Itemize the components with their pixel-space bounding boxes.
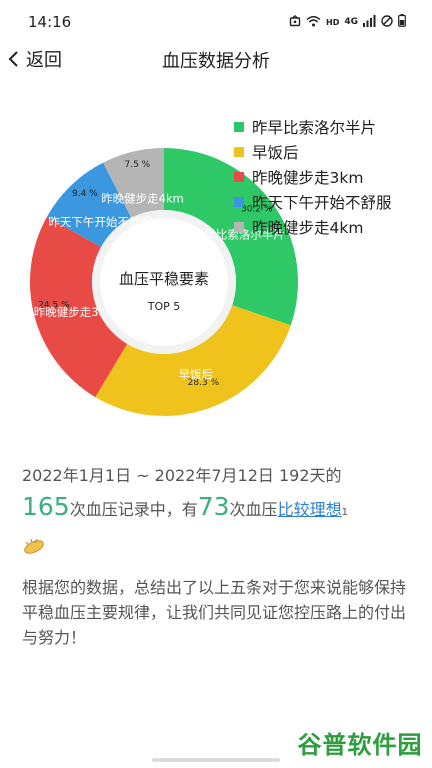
legend-swatch: [234, 121, 244, 132]
summary: 2022年1月1日 ~ 2022年7月12日 192天的 165 次血压记录中，…: [22, 462, 414, 558]
good-count: 73: [197, 492, 230, 521]
status-time: 14:16: [28, 13, 72, 31]
date-range: 2022年1月1日 ~ 2022年7月12日 192天的: [22, 466, 342, 485]
chart-legend: 昨早比索洛尔半片 早饭后昨晚健步走3km 昨天下午开始不舒服 昨晚健步走4km: [234, 114, 392, 239]
slice-name-label: 昨晚健步走4km: [101, 192, 184, 206]
nav-bar: 返回 血压数据分析: [0, 44, 432, 74]
records-text: 次血压记录中，有: [69, 500, 198, 519]
legend-label: 昨早比索洛尔半片: [252, 118, 377, 137]
legend-item[interactable]: 早饭后: [234, 139, 392, 164]
slice-name-label: 昨晚健步走3km: [34, 305, 117, 319]
center-subtitle: TOP 5: [147, 300, 181, 313]
legend-item[interactable]: 昨早比索洛尔半片: [234, 114, 392, 139]
legend-swatch: [234, 171, 244, 182]
slice-name-label: 昨天下午开始不舒服: [48, 215, 152, 229]
ideal-link[interactable]: 比较理想: [278, 496, 342, 520]
legend-item[interactable]: 昨晚健步走3km: [234, 164, 392, 189]
slice-value-label: 7.5 %: [124, 160, 150, 170]
records-count: 165: [22, 492, 70, 521]
slice-value-label: 9.4 %: [72, 189, 98, 199]
legend-label: 早饭后: [252, 143, 299, 162]
records-line: 165 次血压记录中，有 73 次血压 比较理想 1: [22, 492, 414, 532]
dnd-icon: [381, 14, 393, 30]
battery-icon: [398, 14, 406, 30]
chart-card: 30.2 % 昨早比索洛尔半片 28.3 % 早饭后 24.5 % 昨晚健步走3km 9.4…: [0, 100, 432, 440]
slice-name-label: 早饭后: [178, 367, 213, 381]
status-icons: HD 4G: [289, 14, 406, 30]
watermark-logo: 谷普软件园: [292, 720, 428, 764]
home-indicator[interactable]: [152, 758, 280, 762]
footnote-marker: 1: [341, 507, 348, 518]
clap-icon: [24, 538, 44, 554]
hd-icon: HD: [326, 17, 340, 27]
legend-swatch: [234, 146, 244, 157]
screen-icon: [289, 14, 301, 30]
good-text: 次血压: [229, 500, 278, 519]
page-title: 血压数据分析: [162, 51, 270, 72]
wifi-icon: [306, 15, 321, 30]
4g-icon: 4G: [344, 17, 358, 27]
legend-label: 昨晚健步走4km: [252, 218, 364, 237]
legend-swatch: [234, 196, 244, 207]
center-title: 血压平稳要素: [119, 270, 209, 288]
legend-item[interactable]: 昨天下午开始不舒服: [234, 189, 392, 214]
summary-paragraph: 根据您的数据，总结出了以上五条对于您来说能够保持平稳血压主要规律，让我们共同见证…: [22, 578, 407, 647]
status-bar: 14:16 HD 4G: [0, 0, 432, 44]
legend-swatch: [234, 221, 244, 232]
legend-item[interactable]: 昨晚健步走4km: [234, 214, 392, 239]
legend-label: 昨晚健步走3km: [252, 168, 364, 187]
signal-icon: [363, 14, 376, 30]
legend-label: 昨天下午开始不舒服: [252, 193, 392, 212]
